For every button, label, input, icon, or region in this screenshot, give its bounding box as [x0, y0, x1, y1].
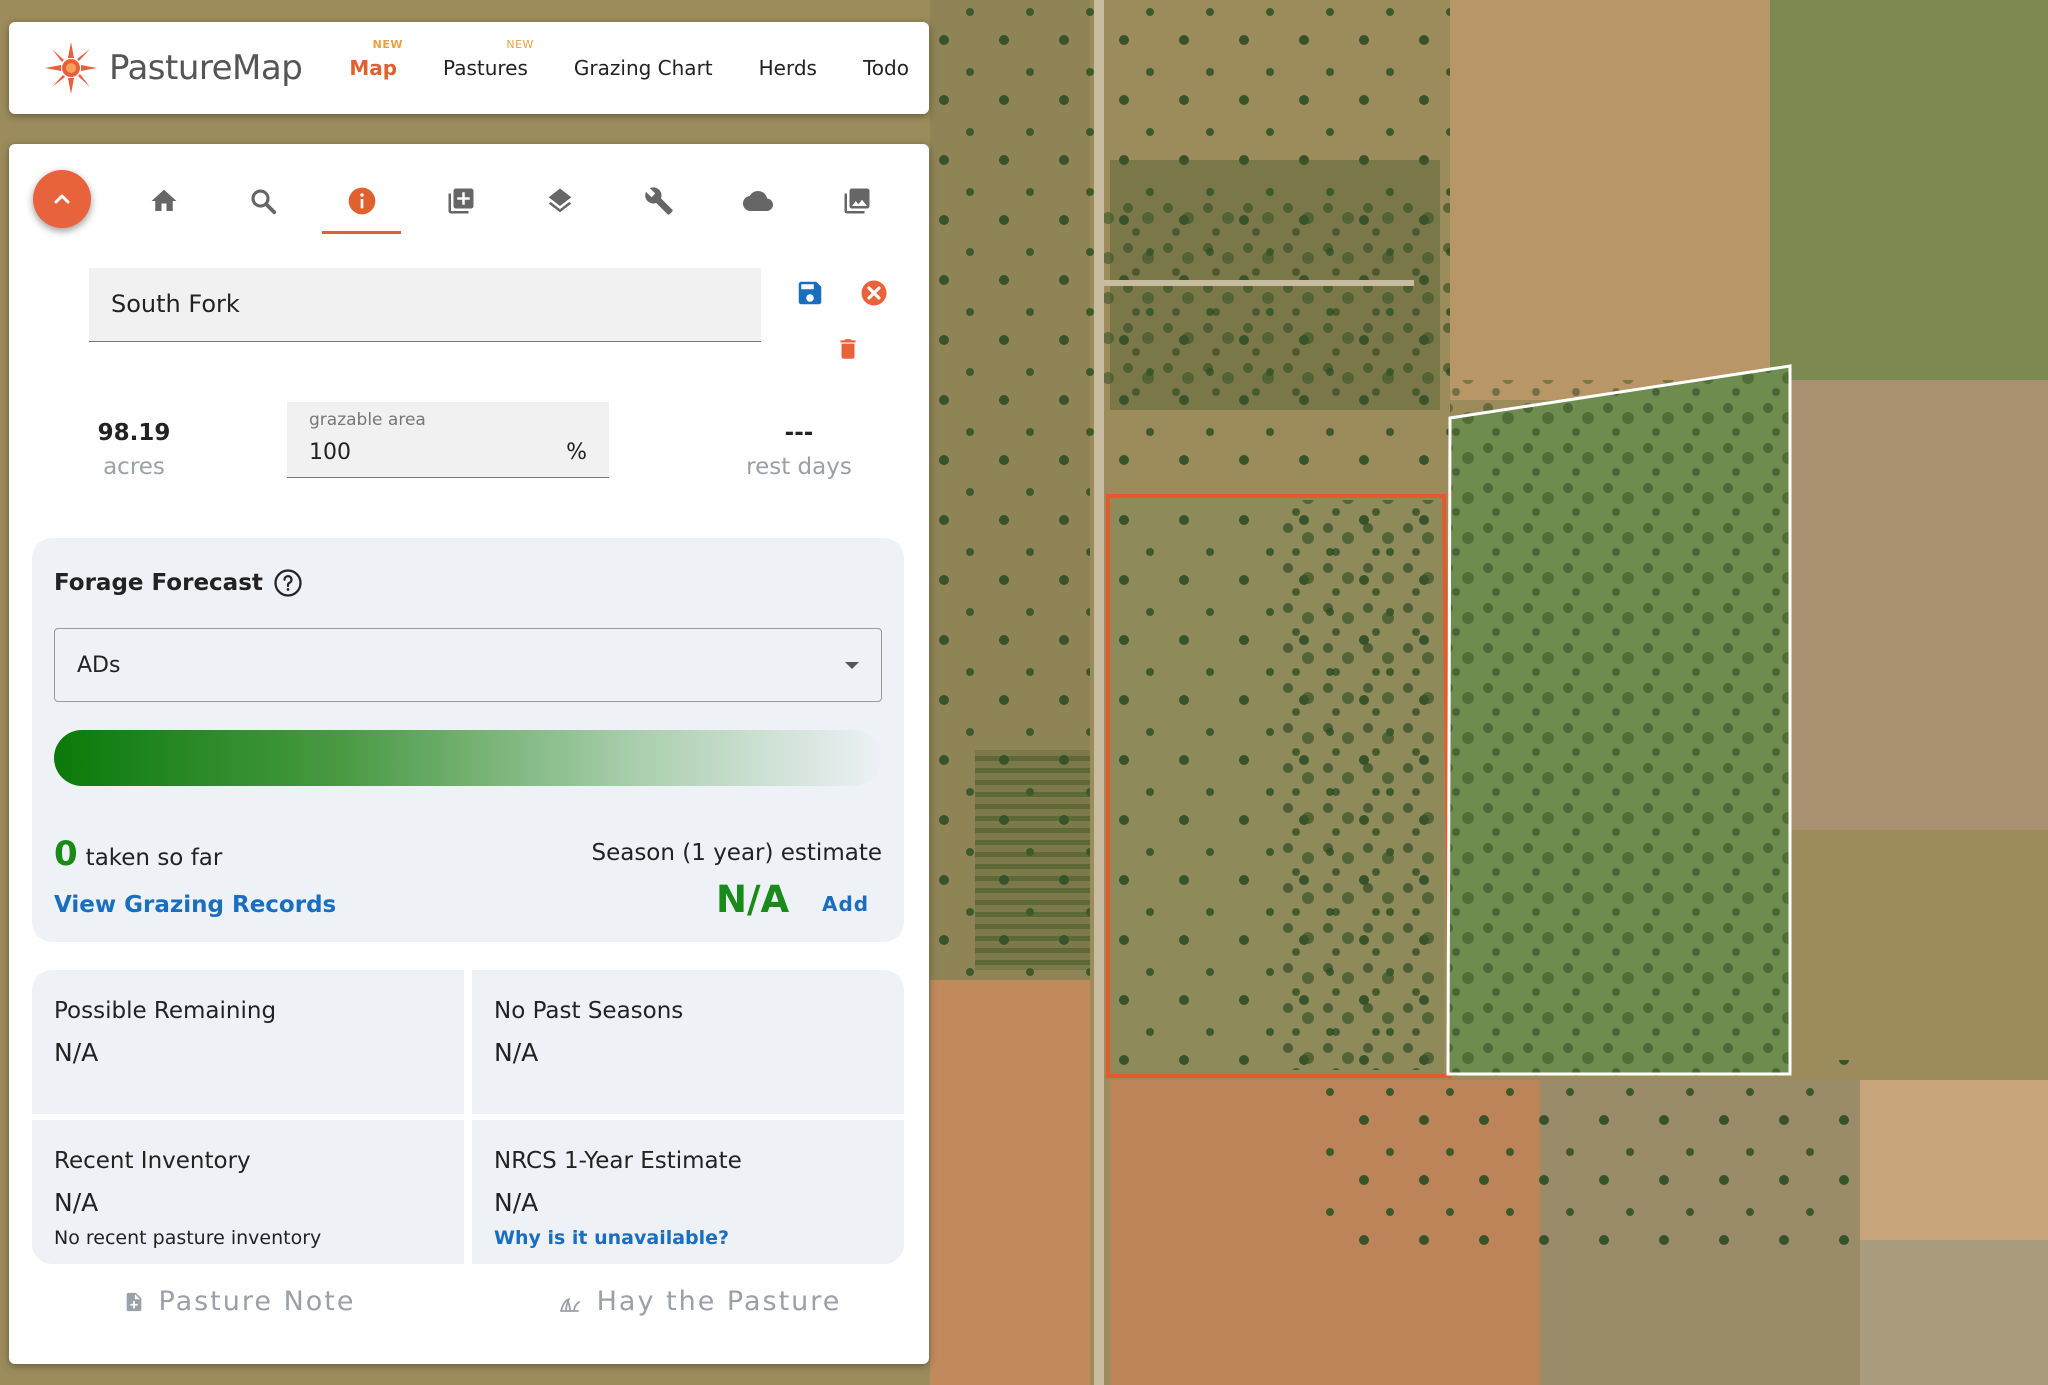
- grazable-area-label: grazable area: [309, 410, 426, 430]
- cancel-button[interactable]: [859, 278, 889, 312]
- top-navigation-bar: PastureMap NEW Map NEW Pastures Grazing …: [9, 22, 929, 114]
- nav-grazing-chart-label: Grazing Chart: [573, 56, 713, 80]
- nav-pastures-label: Pastures: [443, 56, 528, 80]
- view-grazing-records-link[interactable]: View Grazing Records: [54, 892, 336, 918]
- tab-layers[interactable]: [510, 174, 609, 228]
- why-unavailable-link[interactable]: Why is it unavailable?: [494, 1227, 882, 1249]
- pasture-actions: Pasture Note Hay the Pasture: [9, 1286, 929, 1317]
- nav-todo-label: Todo: [862, 56, 909, 80]
- close-circle-icon: [861, 280, 887, 306]
- tab-photos[interactable]: [807, 174, 906, 228]
- new-badge: NEW: [372, 38, 404, 51]
- recent-inventory-value: N/A: [54, 1188, 99, 1217]
- possible-remaining-title: Possible Remaining: [54, 998, 277, 1024]
- trash-icon: [840, 339, 856, 359]
- add-estimate-button[interactable]: Add: [822, 892, 869, 916]
- rest-days-label: rest days: [746, 454, 852, 480]
- acres-value: 98.19: [97, 420, 171, 446]
- pasture-name-input[interactable]: South Fork: [89, 268, 761, 342]
- pasture-note-button[interactable]: Pasture Note: [9, 1286, 469, 1317]
- logo[interactable]: PastureMap: [41, 38, 303, 98]
- nav-map[interactable]: NEW Map: [349, 38, 402, 80]
- taken-value: 0: [54, 834, 78, 874]
- nav-map-label: Map: [349, 56, 398, 80]
- nav-grazing-chart[interactable]: Grazing Chart: [574, 56, 713, 80]
- grazable-area-input[interactable]: grazable area 100 %: [287, 402, 609, 478]
- rest-days-value: ---: [784, 420, 814, 446]
- tool-tabs: [114, 174, 906, 234]
- unit-select[interactable]: ADs: [54, 628, 882, 702]
- recent-inventory-note: No recent pasture inventory: [54, 1227, 322, 1249]
- wrench-icon: [644, 187, 673, 215]
- help-icon[interactable]: [273, 568, 303, 598]
- collapse-panel-button[interactable]: [33, 170, 91, 228]
- past-seasons-title: No Past Seasons: [494, 998, 684, 1024]
- tab-add-layer[interactable]: [411, 174, 510, 228]
- tab-tools[interactable]: [609, 174, 708, 228]
- grazable-area-value: 100: [309, 440, 351, 465]
- tab-info[interactable]: [312, 174, 411, 234]
- nrcs-estimate-value: N/A: [494, 1188, 539, 1217]
- rest-days-stat: --- rest days: [709, 420, 889, 480]
- forage-forecast-title: Forage Forecast: [54, 568, 303, 598]
- new-badge: NEW: [506, 38, 534, 51]
- past-seasons-card: No Past Seasons N/A: [472, 970, 904, 1114]
- possible-remaining-card: Possible Remaining N/A: [32, 970, 464, 1114]
- pasture-note-label: Pasture Note: [158, 1286, 356, 1317]
- taken-label: taken so far: [85, 845, 223, 871]
- hay-the-pasture-button[interactable]: Hay the Pasture: [469, 1286, 929, 1317]
- taken-so-far: 0 taken so far: [54, 834, 222, 874]
- recent-inventory-title: Recent Inventory: [54, 1148, 251, 1174]
- nrcs-estimate-card: NRCS 1-Year Estimate N/A Why is it unava…: [472, 1120, 904, 1264]
- nav-links: NEW Map NEW Pastures Grazing Chart Herds…: [326, 38, 932, 80]
- past-seasons-value: N/A: [494, 1038, 539, 1067]
- sun-logo-icon: [45, 42, 97, 94]
- tab-search[interactable]: [213, 174, 312, 228]
- forage-forecast-label: Forage Forecast: [54, 570, 263, 596]
- info-icon: [348, 187, 375, 215]
- nav-herds-label: Herds: [758, 56, 817, 80]
- dropdown-caret-icon: [845, 662, 859, 669]
- save-icon: [798, 281, 822, 305]
- nav-pastures[interactable]: NEW Pastures: [443, 38, 533, 80]
- tab-weather[interactable]: [708, 174, 807, 228]
- layers-icon: [548, 188, 571, 213]
- recent-inventory-card: Recent Inventory N/A No recent pasture i…: [32, 1120, 464, 1264]
- add-layer-icon: [448, 188, 473, 214]
- unit-select-value: ADs: [77, 653, 121, 678]
- acres-label: acres: [103, 454, 165, 480]
- hay-the-pasture-label: Hay the Pasture: [596, 1286, 842, 1317]
- season-estimate-label: Season (1 year) estimate: [591, 840, 882, 866]
- chevron-up-icon: [54, 194, 70, 204]
- acres-stat: 98.19 acres: [49, 420, 219, 480]
- percent-unit: %: [566, 440, 587, 465]
- tab-home[interactable]: [114, 174, 213, 228]
- nrcs-estimate-title: NRCS 1-Year Estimate: [494, 1148, 742, 1174]
- pasture-detail-panel: South Fork 98.19 acres grazable area 100…: [9, 144, 929, 1364]
- forage-gradient-bar: [54, 730, 882, 786]
- cloud-icon: [742, 191, 773, 211]
- forage-forecast-card: Forage Forecast ADs 0 taken so far View G…: [32, 538, 904, 942]
- delete-button[interactable]: [835, 334, 861, 368]
- search-icon: [250, 189, 276, 215]
- nav-herds[interactable]: Herds: [759, 56, 817, 80]
- possible-remaining-value: N/A: [54, 1038, 99, 1067]
- note-add-icon: [126, 1292, 141, 1311]
- nav-todo[interactable]: Todo: [863, 56, 909, 80]
- save-button[interactable]: [795, 278, 825, 312]
- logo-text: PastureMap: [109, 48, 303, 88]
- photos-icon: [844, 188, 869, 214]
- grass-icon: [559, 1297, 580, 1312]
- season-estimate-value: N/A: [716, 878, 790, 921]
- home-icon: [151, 189, 176, 211]
